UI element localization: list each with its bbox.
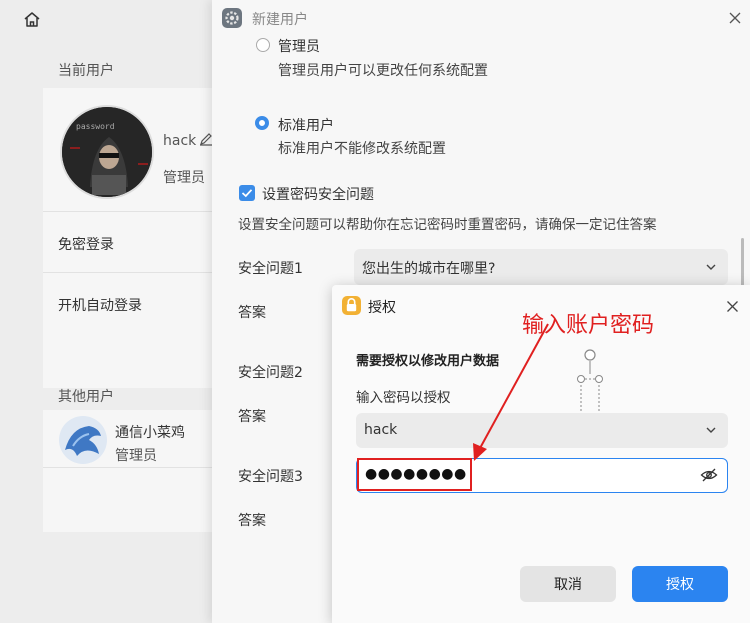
settings-gear-icon — [222, 8, 242, 28]
question3-label: 安全问题3 — [238, 469, 303, 485]
current-user-role: 管理员 — [163, 170, 205, 186]
home-icon[interactable] — [22, 10, 42, 30]
answer2-label: 答案 — [238, 409, 266, 425]
close-icon[interactable] — [728, 11, 742, 25]
answer3-label: 答案 — [238, 513, 266, 529]
security-question-label: 设置密码安全问题 — [262, 187, 374, 203]
admin-option-label: 管理员 — [278, 39, 320, 55]
other-user-role: 管理员 — [115, 448, 157, 464]
question2-label: 安全问题2 — [238, 365, 303, 381]
question1-select[interactable]: 您出生的城市在哪里? — [354, 249, 728, 285]
current-user-card: password hack 管理员 免密登录 开机自动登录 — [43, 88, 213, 388]
answer1-label: 答案 — [238, 305, 266, 321]
other-user-card[interactable]: 通信小菜鸡 管理员 — [43, 410, 212, 532]
window-title: 新建用户 — [252, 12, 308, 28]
other-user-avatar — [59, 416, 107, 464]
auth-prompt: 输入密码以授权 — [356, 390, 451, 406]
other-users-title: 其他用户 — [58, 389, 114, 405]
user-select-value: hack — [364, 422, 398, 438]
annotation-highlight-box — [357, 458, 472, 491]
standard-option-label: 标准用户 — [278, 118, 334, 134]
current-users-title: 当前用户 — [58, 63, 114, 79]
eye-off-icon[interactable] — [700, 467, 718, 487]
admin-option-description: 管理员用户可以更改任何系统配置 — [278, 63, 488, 79]
auth-dialog-title: 授权 — [368, 300, 396, 316]
auto-login-label[interactable]: 开机自动登录 — [58, 295, 142, 315]
current-user-name: hack — [163, 133, 197, 149]
standard-option-description: 标准用户不能修改系统配置 — [278, 141, 446, 157]
standard-user-radio[interactable] — [255, 116, 269, 130]
avatar[interactable]: password — [60, 105, 154, 199]
scrollbar[interactable] — [741, 238, 744, 286]
auth-close-icon[interactable] — [726, 300, 739, 313]
lock-icon — [342, 296, 361, 315]
other-user-name: 通信小菜鸡 — [115, 425, 185, 441]
svg-text:password: password — [76, 122, 115, 131]
security-question-checkbox[interactable] — [239, 185, 255, 201]
chevron-down-icon — [704, 260, 718, 278]
authorize-button[interactable]: 授权 — [632, 566, 728, 602]
chevron-down-icon — [704, 423, 718, 441]
cancel-button[interactable]: 取消 — [520, 566, 616, 602]
settings-sidebar: 当前用户 password hack 管理员 免密登录 开机自动登录 其他用户 … — [0, 0, 213, 623]
question1-label: 安全问题1 — [238, 261, 303, 277]
admin-radio[interactable] — [256, 38, 270, 52]
passwordless-login-label[interactable]: 免密登录 — [58, 234, 114, 254]
question1-value: 您出生的城市在哪里? — [362, 261, 496, 277]
security-hint: 设置安全问题可以帮助你在忘记密码时重置密码，请确保一定记住答案 — [238, 217, 657, 233]
annotation-arrow — [473, 323, 549, 461]
